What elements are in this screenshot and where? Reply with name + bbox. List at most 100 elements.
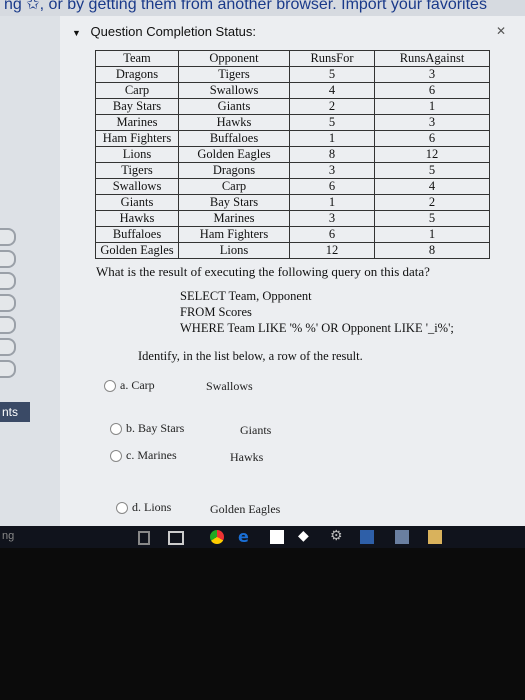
- cell: Buffaloes: [95, 226, 179, 243]
- cell: 2: [289, 98, 375, 115]
- cell: 1: [289, 130, 375, 147]
- side-ring: [0, 316, 16, 334]
- completion-status-title: Question Completion Status:: [90, 24, 257, 39]
- table-row: Marines Hawks 5 3: [95, 114, 490, 131]
- chrome-icon[interactable]: [210, 530, 224, 544]
- cell: Giants: [178, 98, 290, 115]
- app-icon[interactable]: [360, 530, 374, 544]
- cell: Buffaloes: [178, 130, 290, 147]
- side-ring: [0, 250, 16, 268]
- cell: Ham Fighters: [95, 130, 179, 147]
- option-opponent: Swallows: [206, 379, 253, 393]
- cell: 5: [289, 114, 375, 131]
- cell: 3: [374, 66, 490, 83]
- app-icon[interactable]: [395, 530, 409, 544]
- side-ring: [0, 272, 16, 290]
- browser-notification-bar: ng ✩, or by getting them from another br…: [0, 0, 525, 16]
- table-row: Bay Stars Giants 2 1: [95, 98, 490, 115]
- side-ring: [0, 360, 16, 378]
- table-row: Golden Eagles Lions 12 8: [95, 242, 490, 259]
- cell: 4: [289, 82, 375, 99]
- cell: 1: [374, 226, 490, 243]
- radio-button[interactable]: [110, 423, 122, 436]
- side-ring: [0, 294, 16, 312]
- option-team: Lions: [144, 500, 172, 514]
- question-prompt: What is the result of executing the foll…: [96, 264, 430, 279]
- cell: Bay Stars: [95, 98, 179, 115]
- column-header: RunsFor: [289, 50, 375, 67]
- table-row: Dragons Tigers 5 3: [95, 66, 490, 83]
- file-icon[interactable]: [138, 531, 150, 545]
- option-c[interactable]: c. Marines: [110, 448, 177, 463]
- option-letter: d.: [132, 500, 141, 514]
- side-label[interactable]: nts: [0, 402, 30, 422]
- scores-table: Team Opponent RunsFor RunsAgainst Dragon…: [95, 50, 490, 259]
- side-ring: [0, 228, 16, 246]
- cell: Carp: [95, 82, 179, 99]
- table-row: Carp Swallows 4 6: [95, 82, 490, 99]
- cell: Golden Eagles: [95, 242, 179, 259]
- cell: Tigers: [178, 66, 290, 83]
- instructions: Identify, in the list below, a row of th…: [138, 349, 363, 363]
- cell: 5: [289, 66, 375, 83]
- option-b[interactable]: b. Bay Stars: [110, 421, 184, 436]
- table-row: Swallows Carp 6 4: [95, 178, 490, 195]
- option-opponent: Giants: [240, 423, 272, 437]
- query-line: WHERE Team LIKE '% %' OR Opponent LIKE '…: [180, 321, 454, 335]
- column-header: Team: [95, 50, 179, 67]
- cell: Swallows: [178, 82, 290, 99]
- cell: 8: [374, 242, 490, 259]
- option-a[interactable]: a. Carp: [104, 378, 155, 393]
- query-line: FROM Scores: [180, 305, 252, 319]
- cell: 3: [289, 162, 375, 179]
- cell: Lions: [178, 242, 290, 259]
- cell: 3: [289, 210, 375, 227]
- sql-query: SELECT Team, Opponent FROM Scores WHERE …: [180, 288, 454, 336]
- option-d[interactable]: d. Lions: [116, 500, 171, 515]
- cell: 2: [374, 194, 490, 211]
- cell: Golden Eagles: [178, 146, 290, 163]
- cell: 1: [374, 98, 490, 115]
- completion-status-header[interactable]: ▼ Question Completion Status: ✕: [72, 24, 512, 48]
- edge-icon[interactable]: e: [238, 529, 252, 545]
- cell: 5: [374, 162, 490, 179]
- table-row: Tigers Dragons 3 5: [95, 162, 490, 179]
- caret-down-icon: ▼: [72, 28, 81, 38]
- taskbar-left-text: ng: [2, 530, 15, 542]
- cell: 12: [374, 146, 490, 163]
- teamviewer-icon[interactable]: ◆: [298, 530, 312, 544]
- cell: 5: [374, 210, 490, 227]
- radio-button[interactable]: [116, 502, 128, 515]
- folder-icon[interactable]: [428, 530, 442, 544]
- cell: Ham Fighters: [178, 226, 290, 243]
- settings-icon[interactable]: ⚙: [330, 530, 344, 544]
- cell: 12: [289, 242, 375, 259]
- option-letter: b.: [126, 421, 135, 435]
- table-row: Hawks Marines 3 5: [95, 210, 490, 227]
- option-opponent: Hawks: [230, 450, 264, 464]
- option-letter: c.: [126, 448, 135, 462]
- cell: Marines: [178, 210, 290, 227]
- browser-notification-text: ng ✩, or by getting them from another br…: [4, 0, 487, 13]
- store-icon[interactable]: [270, 530, 284, 544]
- taskbar: ng e ◆ ⚙: [0, 526, 525, 548]
- cell: Tigers: [95, 162, 179, 179]
- query-line: SELECT Team, Opponent: [180, 289, 312, 303]
- side-ring: [0, 338, 16, 356]
- option-opponent: Golden Eagles: [210, 502, 281, 516]
- option-team: Marines: [137, 448, 177, 462]
- cell: Marines: [95, 114, 179, 131]
- cell: Giants: [95, 194, 179, 211]
- cell: 6: [374, 82, 490, 99]
- cell: 8: [289, 146, 375, 163]
- radio-button[interactable]: [110, 450, 122, 463]
- radio-button[interactable]: [104, 380, 116, 393]
- column-header: RunsAgainst: [374, 50, 490, 67]
- table-row: Ham Fighters Buffaloes 1 6: [95, 130, 490, 147]
- cell: 6: [289, 226, 375, 243]
- cell: Dragons: [178, 162, 290, 179]
- cell: Carp: [178, 178, 290, 195]
- task-view-icon[interactable]: [168, 531, 184, 545]
- close-icon[interactable]: ✕: [496, 24, 506, 38]
- cell: 3: [374, 114, 490, 131]
